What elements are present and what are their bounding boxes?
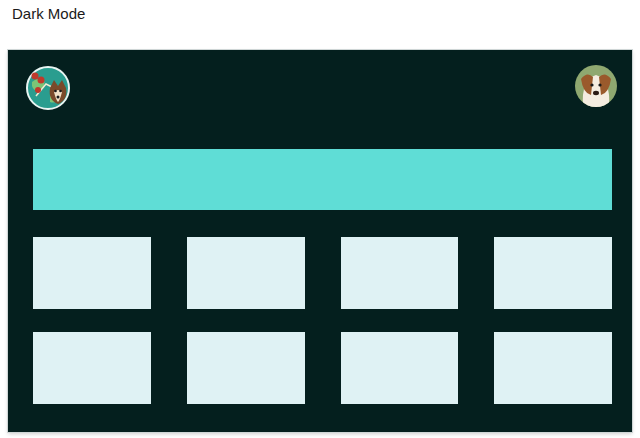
content-card[interactable] (341, 332, 459, 404)
content-card[interactable] (33, 237, 151, 309)
mode-caption: Dark Mode (0, 0, 640, 23)
content-card[interactable] (341, 237, 459, 309)
hero-banner (33, 149, 612, 210)
content-card[interactable] (187, 237, 305, 309)
page: Dark Mode (0, 0, 640, 438)
user-avatar-icon[interactable] (575, 65, 617, 107)
card-grid (33, 237, 612, 404)
content-card[interactable] (494, 332, 612, 404)
content-card[interactable] (494, 237, 612, 309)
header (26, 66, 617, 110)
content-card[interactable] (33, 332, 151, 404)
map-mascot-logo-icon[interactable] (26, 66, 70, 110)
dark-mode-frame (8, 50, 632, 432)
content-card[interactable] (187, 332, 305, 404)
